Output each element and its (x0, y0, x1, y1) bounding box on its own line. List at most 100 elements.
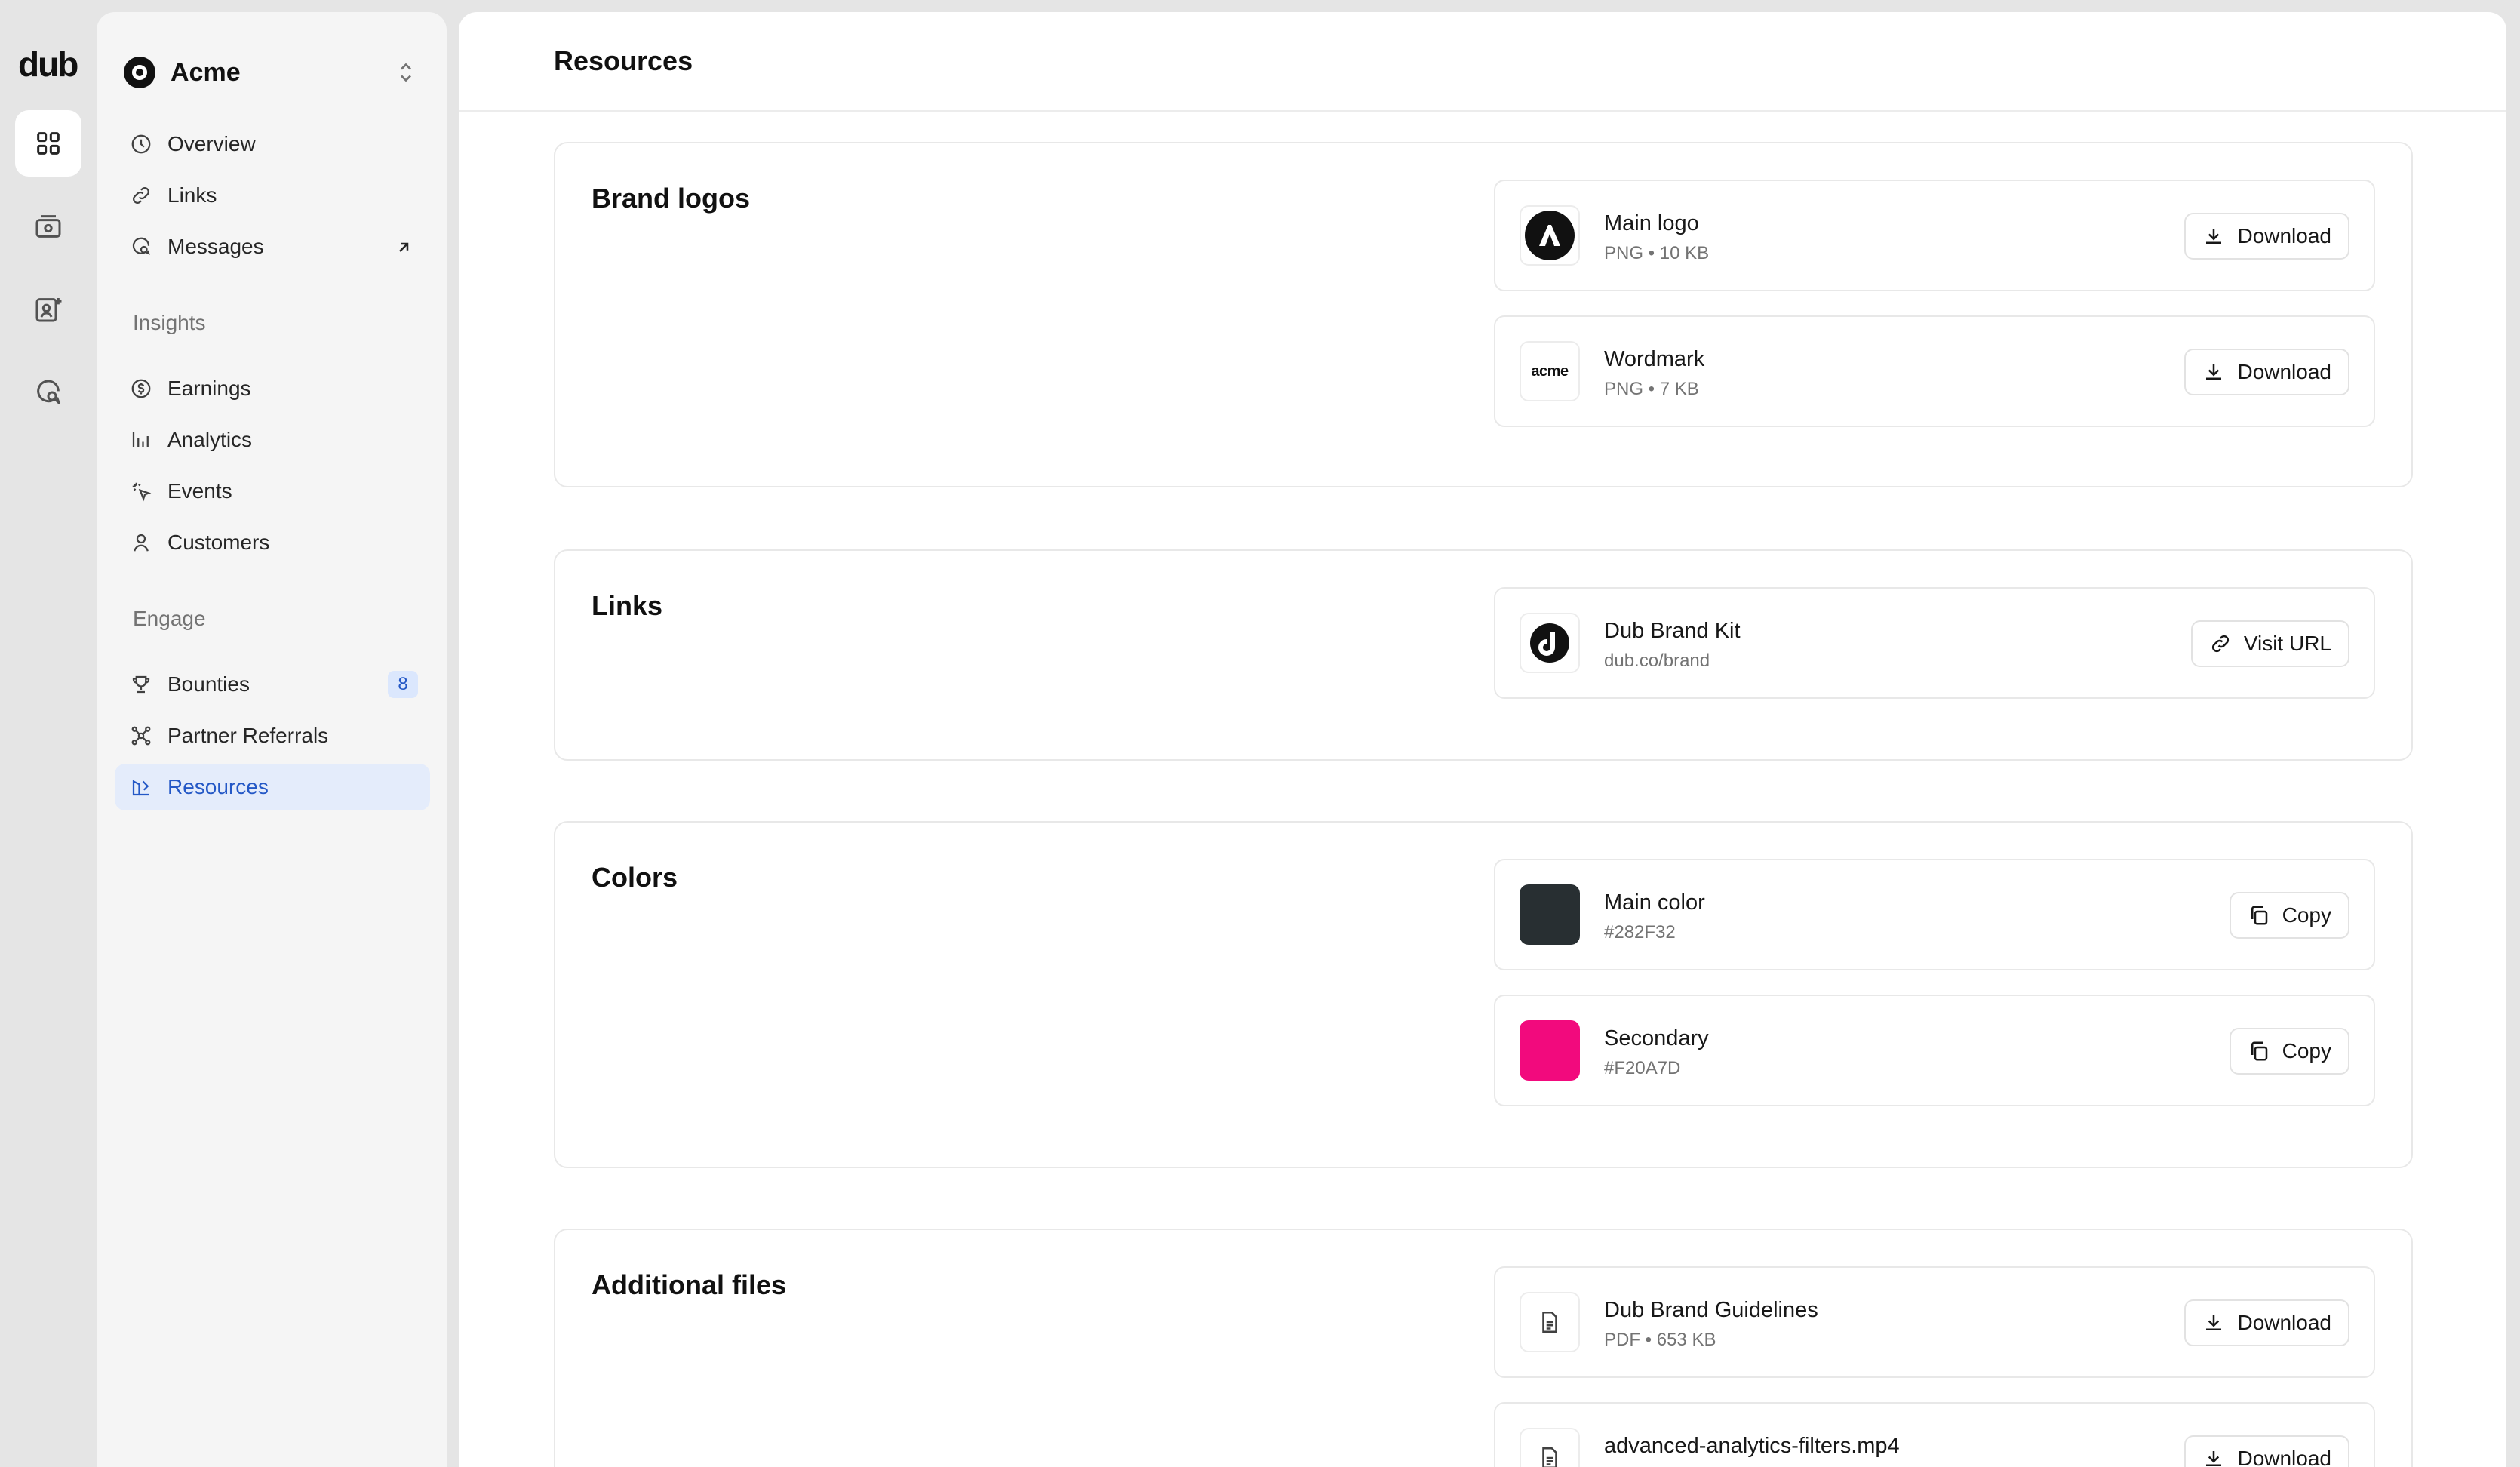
download-button[interactable]: Download (2184, 349, 2349, 395)
nav-label: Earnings (167, 377, 251, 400)
dollar-icon (131, 379, 151, 398)
rail-messages-button[interactable] (15, 359, 81, 426)
nav-label: Events (167, 479, 232, 503)
button-label: Copy (2282, 1039, 2331, 1063)
section-additional-files: Additional files Dub Brand Guidelines PD… (554, 1229, 2413, 1467)
bounties-count-badge: 8 (388, 671, 418, 698)
color-swatch (1520, 1020, 1580, 1081)
nav-item-customers[interactable]: Customers (115, 519, 430, 566)
resource-meta: PNG • 10 KB (1604, 243, 1710, 263)
page-title: Resources (554, 45, 693, 76)
nav-label: Links (167, 183, 217, 207)
copy-icon (2251, 906, 2267, 925)
resource-item-dub-brand-kit: Dub Brand Kit dub.co/brand Visit URL (1494, 587, 2375, 699)
copy-button[interactable]: Copy (2229, 1028, 2349, 1075)
nav-label: Analytics (167, 428, 253, 451)
nav-item-events[interactable]: Events (115, 468, 430, 515)
section-colors: Colors Main color #282F32 Copy Secondary… (554, 821, 2413, 1168)
rail-profile-button[interactable] (15, 276, 81, 343)
resource-item-wordmark: acme Wordmark PNG • 7 KB Download (1494, 315, 2375, 427)
nav-item-messages[interactable]: Messages (115, 223, 430, 270)
link-icon (2211, 635, 2229, 653)
copy-icon (2251, 1041, 2267, 1061)
resource-meta: #F20A7D (1604, 1058, 1681, 1078)
resource-meta: PNG • 7 KB (1604, 379, 1699, 399)
rail-programs-button[interactable] (15, 110, 81, 177)
logo-thumbnail: acme (1520, 341, 1580, 401)
logo-thumbnail (1520, 205, 1580, 266)
download-button[interactable]: Download (2184, 1299, 2349, 1346)
download-button[interactable]: Download (2184, 213, 2349, 260)
resource-name: advanced-analytics-filters.mp4 (1604, 1434, 1900, 1458)
download-icon (2206, 1315, 2222, 1330)
button-label: Copy (2282, 903, 2331, 927)
nav-label: Partner Referrals (167, 724, 329, 747)
external-arrow-icon (399, 242, 409, 252)
section-brand-logos: Brand logos Main logo PNG • 10 KB Downlo… (554, 142, 2413, 487)
resource-meta: #282F32 (1604, 922, 1676, 943)
nav-item-partner-referrals[interactable]: Partner Referrals (115, 712, 430, 759)
nav-label: Overview (167, 132, 256, 155)
dub-brand-icon (1530, 623, 1569, 663)
app-root: dub Acme Overview Links Messages Insight… (0, 0, 2520, 1467)
page-header: Resources (459, 12, 2506, 112)
chevron-up-down-icon (401, 63, 411, 82)
resource-item-brand-guidelines: Dub Brand Guidelines PDF • 653 KB Downlo… (1494, 1266, 2375, 1378)
wallet-icon (35, 215, 61, 238)
resource-meta: dub.co/brand (1604, 650, 1710, 671)
section-links: Links Dub Brand Kit dub.co/brand Visit U… (554, 549, 2413, 761)
workspace-switcher[interactable]: Acme (124, 45, 419, 100)
resource-name: Main logo (1604, 211, 1699, 235)
button-label: Download (2237, 1311, 2331, 1334)
chat-search-icon (37, 380, 61, 405)
dub-logo[interactable]: dub (18, 44, 78, 85)
nav-label: Messages (167, 235, 264, 258)
resources-icon (132, 780, 149, 796)
cursor-click-icon (132, 482, 152, 502)
resource-item-secondary-color: Secondary #F20A7D Copy (1494, 995, 2375, 1106)
resource-item-main-logo: Main logo PNG • 10 KB Download (1494, 180, 2375, 291)
resource-meta: PDF • 653 KB (1604, 1330, 1716, 1350)
resource-name: Main color (1604, 890, 1705, 915)
link-thumbnail (1520, 613, 1580, 673)
section-label-engage: Engage (133, 607, 206, 630)
chat-icon (132, 237, 150, 255)
compass-icon (131, 134, 151, 154)
nav-label: Bounties (167, 672, 250, 696)
button-label: Download (2237, 360, 2331, 383)
download-icon (2206, 229, 2222, 244)
nav-item-analytics[interactable]: Analytics (115, 417, 430, 463)
document-icon (1542, 1447, 1557, 1467)
download-icon (2206, 364, 2222, 380)
section-title: Additional files (592, 1269, 787, 1300)
button-label: Download (2237, 1447, 2331, 1467)
user-card-icon (35, 298, 62, 322)
button-label: Download (2237, 224, 2331, 248)
copy-button[interactable]: Copy (2229, 892, 2349, 939)
rail-payouts-button[interactable] (15, 193, 81, 260)
resource-item-main-color: Main color #282F32 Copy (1494, 859, 2375, 970)
file-thumbnail (1520, 1292, 1580, 1352)
nav-item-bounties[interactable]: Bounties 8 (115, 661, 430, 708)
nav-item-earnings[interactable]: Earnings (115, 365, 430, 412)
nav-item-links[interactable]: Links (115, 172, 430, 219)
resource-name: Dub Brand Guidelines (1604, 1298, 1818, 1322)
download-icon (2206, 1451, 2222, 1466)
nav-item-resources[interactable]: Resources (115, 764, 430, 810)
section-title: Brand logos (592, 183, 751, 214)
network-icon (131, 726, 151, 746)
button-label: Visit URL (2243, 632, 2331, 655)
color-swatch (1520, 884, 1580, 945)
nav-item-overview[interactable]: Overview (115, 121, 430, 168)
workspace-name: Acme (171, 57, 241, 87)
resource-name: Wordmark (1604, 347, 1705, 371)
grid-icon (37, 132, 60, 155)
bar-chart-icon (132, 432, 149, 447)
download-button[interactable]: Download (2184, 1435, 2349, 1467)
sidebar: Acme Overview Links Messages Insights Ea… (97, 12, 447, 1467)
visit-url-button[interactable]: Visit URL (2190, 620, 2349, 667)
acme-logo-icon (124, 57, 155, 88)
section-label-insights: Insights (133, 311, 206, 334)
file-thumbnail (1520, 1428, 1580, 1467)
resource-name: Dub Brand Kit (1604, 619, 1741, 643)
